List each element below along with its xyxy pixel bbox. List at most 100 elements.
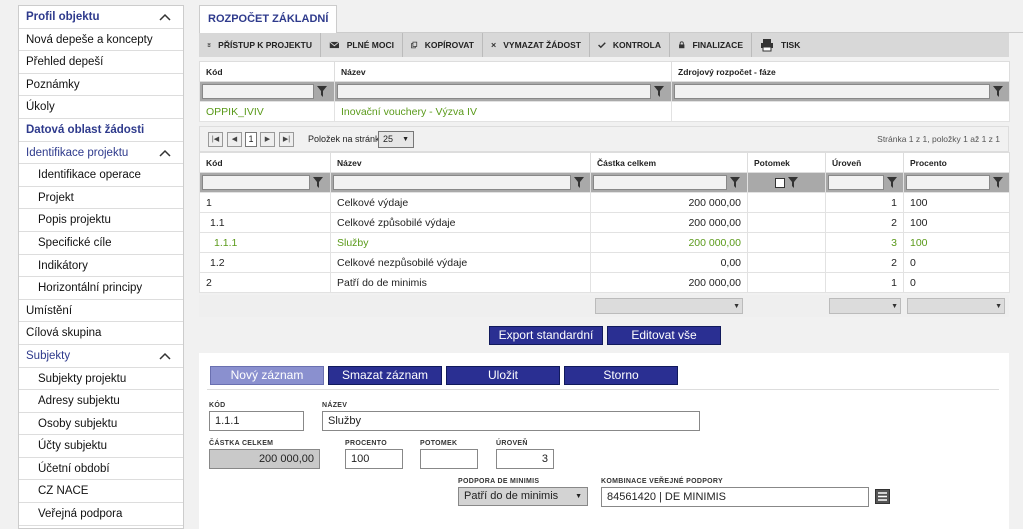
sidebar-item[interactable]: Specifické cíle: [19, 232, 183, 255]
header-name[interactable]: Název: [334, 61, 672, 82]
sidebar-item[interactable]: Účty subjektu: [19, 435, 183, 458]
tab-rozpocet-zakladni[interactable]: ROZPOČET ZÁKLADNÍ: [199, 5, 338, 34]
next-page-button[interactable]: ▶: [260, 132, 275, 147]
header-percent[interactable]: Procento: [903, 152, 1010, 173]
filter-source-input[interactable]: [674, 84, 990, 99]
table-row[interactable]: 1.1 Celkové způsobilé výdaje 200 000,00 2 10…: [199, 212, 1010, 233]
filter-icon[interactable]: [993, 177, 1003, 188]
sidebar-item[interactable]: Umístění: [19, 300, 183, 323]
per-page-label: Položek na stránku: [308, 134, 385, 144]
print-button[interactable]: TISK: [752, 33, 812, 57]
check-button[interactable]: KONTROLA: [590, 33, 670, 57]
sidebar-item[interactable]: Popis projektu: [19, 209, 183, 232]
cancel-button[interactable]: Storno: [564, 366, 678, 385]
sidebar-item-label: Specifické cíle: [38, 236, 112, 249]
copy-button[interactable]: KOPÍROVAT: [403, 33, 483, 57]
edit-all-button[interactable]: Editovat vše: [607, 326, 721, 345]
header-child[interactable]: Potomek: [747, 152, 826, 173]
sidebar-item[interactable]: Identifikace projektu: [19, 141, 183, 165]
sidebar-item[interactable]: Úkoly: [19, 96, 183, 119]
header-code[interactable]: Kód: [199, 152, 331, 173]
sidebar-item[interactable]: Veřejná podpora: [19, 503, 183, 526]
export-button[interactable]: Export standardní: [489, 326, 603, 345]
save-button[interactable]: Uložit: [446, 366, 560, 385]
header-total[interactable]: Částka celkem: [590, 152, 748, 173]
summary-level-select[interactable]: ▼: [829, 298, 901, 314]
header-level[interactable]: Úroveň: [825, 152, 904, 173]
sidebar-item-label: Subjekty projektu: [38, 372, 127, 385]
deminimis-select[interactable]: Patří do de minimis ▼: [458, 487, 588, 506]
last-page-button[interactable]: ▶|: [279, 132, 294, 147]
filter-icon[interactable]: [313, 177, 323, 188]
table-row[interactable]: 1 Celkové výdaje 200 000,00 1 100: [199, 192, 1010, 213]
finalize-button[interactable]: FINALIZACE: [670, 33, 752, 57]
pager-info: Stránka 1 z 1, položky 1 až 1 z 1: [877, 134, 1000, 144]
sidebar-item[interactable]: CZ NACE: [19, 480, 183, 504]
access-project-button[interactable]: PŘÍSTUP K PROJEKTU: [199, 33, 321, 57]
filter-icon[interactable]: [654, 86, 664, 97]
filter-icon[interactable]: [993, 86, 1003, 97]
header-code[interactable]: Kód: [199, 61, 335, 82]
delete-request-button[interactable]: VYMAZAT ŽÁDOST: [483, 33, 590, 57]
delete-request-label: VYMAZAT ŽÁDOST: [503, 40, 581, 50]
sidebar-item[interactable]: Nová depeše a koncepty: [19, 29, 183, 52]
per-page-select[interactable]: 25 ▼: [378, 131, 414, 148]
sidebar-item[interactable]: Indikátory: [19, 255, 183, 278]
filter-child-checkbox[interactable]: [775, 177, 785, 188]
filter-code-input[interactable]: [202, 175, 310, 190]
sidebar-item[interactable]: Přehled depeší: [19, 51, 183, 74]
filter-icon[interactable]: [788, 177, 798, 189]
filter-code-input[interactable]: [202, 84, 314, 99]
sidebar-item[interactable]: Horizontální principy: [19, 277, 183, 300]
sidebar-item-label: Úkoly: [26, 101, 55, 114]
sidebar-item[interactable]: Adresy subjektu: [19, 390, 183, 413]
header-source[interactable]: Zdrojový rozpočet - fáze: [671, 61, 1010, 82]
table-row[interactable]: 1.1.1 Služby 200 000,00 3 100: [199, 232, 1010, 253]
prev-page-button[interactable]: ◀: [227, 132, 242, 147]
level-field[interactable]: 3: [496, 449, 554, 469]
filter-icon[interactable]: [574, 177, 584, 188]
sidebar-item[interactable]: Poznámky: [19, 74, 183, 97]
header-name[interactable]: Název: [330, 152, 591, 173]
filter-name-input[interactable]: [333, 175, 571, 190]
filter-total-input[interactable]: [593, 175, 727, 190]
cell-code: 1.1: [199, 212, 331, 233]
sidebar-item[interactable]: Subjekty: [19, 344, 183, 368]
chevron-up-icon[interactable]: [159, 149, 171, 157]
new-record-button[interactable]: Nový záznam: [210, 366, 324, 385]
table-row[interactable]: 2 Patří do de minimis 200 000,00 1 0: [199, 272, 1010, 293]
filter-level-input[interactable]: [828, 175, 884, 190]
sidebar-item[interactable]: Identifikace operace: [19, 164, 183, 187]
sidebar-item-label: Profil objektu: [26, 11, 100, 23]
sidebar-item[interactable]: Cílová skupina: [19, 322, 183, 345]
combo-field[interactable]: 84561420 | DE MINIMIS: [601, 487, 869, 507]
table-row[interactable]: 1.2 Celkové nezpůsobilé výdaje 0,00 2 0: [199, 252, 1010, 273]
summary-percent-select[interactable]: ▼: [907, 298, 1005, 314]
sidebar-item[interactable]: Účetní období: [19, 458, 183, 481]
sidebar-item[interactable]: Profil objektu: [19, 6, 183, 29]
sidebar-item[interactable]: Osoby subjektu: [19, 413, 183, 436]
chevron-up-icon[interactable]: [159, 352, 171, 360]
child-field[interactable]: [420, 449, 478, 469]
filter-icon[interactable]: [887, 177, 897, 188]
table-row[interactable]: OPPIK_IVIV Inovační vouchery - Výzva IV: [199, 101, 1010, 122]
cross-icon: [491, 42, 496, 48]
chevron-up-icon[interactable]: [159, 13, 171, 21]
list-icon[interactable]: [875, 489, 890, 504]
delete-record-button[interactable]: Smazat záznam: [328, 366, 442, 385]
name-field[interactable]: Služby: [322, 411, 700, 431]
full-power-button[interactable]: PLNÉ MOCI: [321, 33, 403, 57]
percent-field[interactable]: 100: [345, 449, 403, 469]
filter-icon[interactable]: [730, 177, 740, 188]
filter-percent-input[interactable]: [906, 175, 990, 190]
filter-name-input[interactable]: [337, 84, 651, 99]
code-field[interactable]: 1.1.1: [209, 411, 304, 431]
filter-icon[interactable]: [317, 86, 327, 97]
sidebar-item[interactable]: Datová oblast žádosti: [19, 118, 183, 142]
sidebar-item[interactable]: Projekt: [19, 187, 183, 210]
summary-total-select[interactable]: ▼: [595, 298, 743, 314]
first-page-button[interactable]: |◀: [208, 132, 223, 147]
check-label: KONTROLA: [612, 40, 661, 50]
sidebar-item[interactable]: Subjekty projektu: [19, 368, 183, 391]
page-number[interactable]: 1: [245, 132, 257, 147]
